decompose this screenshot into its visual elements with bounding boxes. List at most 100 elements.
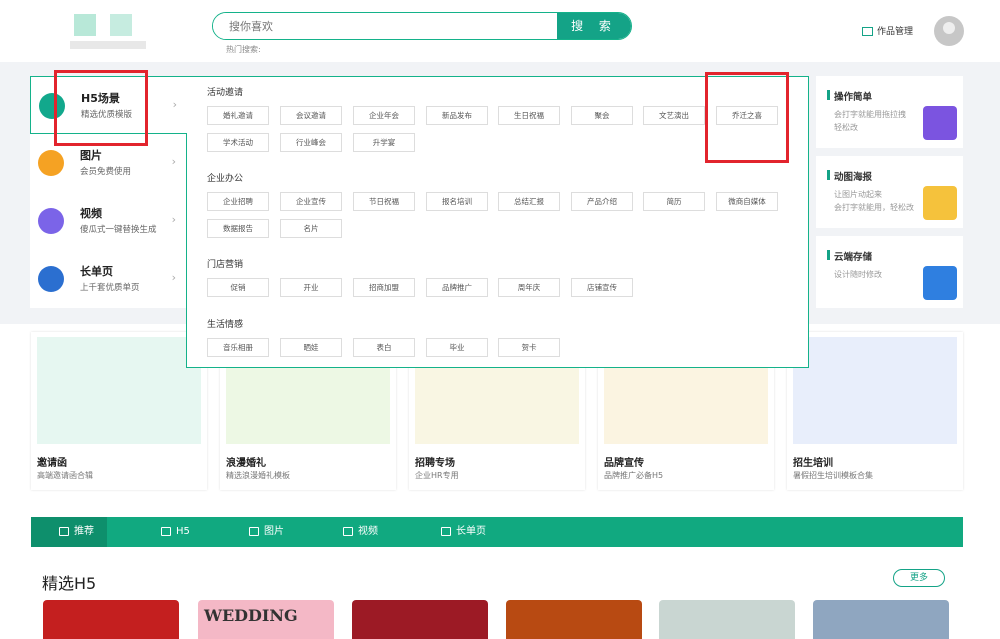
- nav-item-subtitle: 会员免费使用: [80, 167, 132, 177]
- tag-item[interactable]: 贺卡: [498, 338, 560, 357]
- tag-item[interactable]: 品牌推广: [426, 278, 488, 297]
- section-title: 精选H5: [42, 574, 97, 593]
- tag-item[interactable]: 简历: [643, 192, 705, 211]
- template-name: 邀请函: [37, 458, 67, 469]
- category-title: 门店营销: [207, 260, 244, 270]
- tag-item[interactable]: 微商自媒体: [716, 192, 778, 211]
- h5-card[interactable]: WEDDING: [198, 600, 334, 639]
- works-label: 作品管理: [877, 27, 914, 37]
- content-tabs: 推荐 H5 图片 视频 长单页: [31, 517, 963, 547]
- tag-item[interactable]: 报名培训: [426, 192, 488, 211]
- tag-item[interactable]: 聚会: [571, 106, 633, 125]
- nav-item-title: 图片: [80, 149, 102, 162]
- tag-item[interactable]: 毕业: [426, 338, 488, 357]
- nav-item-subtitle: 上千套优质单页: [80, 283, 140, 293]
- tag-item[interactable]: 节日祝福: [353, 192, 415, 211]
- site-logo[interactable]: [70, 14, 146, 50]
- tab-label: 视频: [358, 526, 378, 537]
- image-icon: [249, 526, 259, 536]
- tab-2[interactable]: 图片: [245, 517, 335, 547]
- category-title: 企业办公: [207, 174, 244, 184]
- tag-item[interactable]: 生日祝福: [498, 106, 560, 125]
- nav-item-title: 视频: [80, 207, 102, 220]
- tag-item[interactable]: 行业峰会: [280, 133, 342, 152]
- search-box: 搜 索: [212, 12, 632, 40]
- tab-1[interactable]: H5: [157, 517, 247, 547]
- tag-item[interactable]: 晒娃: [280, 338, 342, 357]
- tag-item[interactable]: 开业: [280, 278, 342, 297]
- feature-card: 操作简单会打字就能用拖拉拽 轻松改: [816, 76, 963, 148]
- hot-search-label: 热门搜索:: [226, 45, 261, 54]
- feature-illustration: [923, 106, 957, 140]
- tab-label: 推荐: [74, 526, 94, 537]
- tag-item[interactable]: 新品发布: [426, 106, 488, 125]
- h5-card[interactable]: [813, 600, 949, 639]
- h5-card[interactable]: [352, 600, 488, 639]
- template-name: 招生培训: [793, 458, 833, 469]
- highlight-box-qiaoqian: [705, 72, 789, 163]
- template-name: 浪漫婚礼: [226, 458, 266, 469]
- h5-card[interactable]: [43, 600, 179, 639]
- tag-item[interactable]: 企业宣传: [280, 192, 342, 211]
- search-input[interactable]: [213, 13, 559, 39]
- tab-label: H5: [176, 526, 190, 537]
- avatar[interactable]: [934, 16, 964, 46]
- tag-item[interactable]: 表白: [353, 338, 415, 357]
- tag-item[interactable]: 婚礼邀请: [207, 106, 269, 125]
- tag-item[interactable]: 数据报告: [207, 219, 269, 238]
- tab-label: 图片: [264, 526, 284, 537]
- tag-item[interactable]: 促销: [207, 278, 269, 297]
- template-thumbnail: [37, 337, 201, 444]
- works-management-link[interactable]: 作品管理: [862, 24, 913, 37]
- tab-3[interactable]: 视频: [339, 517, 429, 547]
- tag-item[interactable]: 名片: [280, 219, 342, 238]
- tag-item[interactable]: 总结汇报: [498, 192, 560, 211]
- feature-desc: 让图片动起来 会打字就能用，轻松改: [834, 190, 914, 212]
- tab-label: 长单页: [456, 526, 486, 537]
- feature-title: 云端存储: [826, 249, 872, 263]
- tag-item[interactable]: 店铺宣传: [571, 278, 633, 297]
- tag-item[interactable]: 升学宴: [353, 133, 415, 152]
- h5-card-caption: WEDDING: [204, 606, 298, 625]
- chevron-right-icon: ›: [171, 213, 176, 226]
- chart-icon: [862, 27, 873, 36]
- tag-item[interactable]: 招商加盟: [353, 278, 415, 297]
- search-button[interactable]: 搜 索: [557, 13, 631, 39]
- feature-title: 操作简单: [826, 89, 872, 103]
- tab-4[interactable]: 长单页: [437, 517, 547, 547]
- highlight-box-h5: [54, 70, 148, 146]
- feature-illustration: [923, 186, 957, 220]
- category-title: 生活情感: [207, 320, 244, 330]
- h5-card[interactable]: [659, 600, 795, 639]
- tag-item[interactable]: 文艺演出: [643, 106, 705, 125]
- nav-item-2[interactable]: 视频傻瓜式一键替换生成 ›: [30, 192, 186, 250]
- nav-item-3[interactable]: 长单页 上千套优质单页 ›: [30, 250, 186, 308]
- tag-item[interactable]: 产品介绍: [571, 192, 633, 211]
- h5-card[interactable]: [506, 600, 642, 639]
- chevron-right-icon: ›: [171, 271, 176, 284]
- feature-illustration: [923, 266, 957, 300]
- template-desc: 企业HR专用: [415, 471, 459, 480]
- feature-card: 云端存储设计随时修改: [816, 236, 963, 308]
- more-button[interactable]: 更多: [893, 569, 945, 587]
- feature-desc: 会打字就能用拖拉拽 轻松改: [834, 110, 906, 132]
- tag-item[interactable]: 企业招聘: [207, 192, 269, 211]
- tab-0[interactable]: 推荐: [31, 517, 107, 547]
- tag-item[interactable]: 学术活动: [207, 133, 269, 152]
- tag-item[interactable]: 企业年会: [353, 106, 415, 125]
- thumbs-up-icon: [59, 526, 69, 536]
- template-card[interactable]: 邀请函 高端邀请函合辑: [31, 332, 207, 490]
- feature-desc: 设计随时修改: [834, 270, 882, 279]
- tag-item[interactable]: 会议邀请: [280, 106, 342, 125]
- template-desc: 暑假招生培训模板合集: [793, 471, 873, 480]
- grid-icon: [161, 526, 171, 536]
- tag-item[interactable]: 音乐相册: [207, 338, 269, 357]
- tag-item[interactable]: 周年庆: [498, 278, 560, 297]
- video-icon: [343, 526, 353, 536]
- template-desc: 精选浪漫婚礼模板: [226, 471, 290, 480]
- template-thumbnail: [793, 337, 957, 444]
- chevron-right-icon: ›: [171, 155, 176, 168]
- template-card[interactable]: 招生培训暑假招生培训模板合集: [787, 332, 963, 490]
- template-name: 品牌宣传: [604, 458, 644, 469]
- nav-item-subtitle: 傻瓜式一键替换生成: [80, 225, 157, 235]
